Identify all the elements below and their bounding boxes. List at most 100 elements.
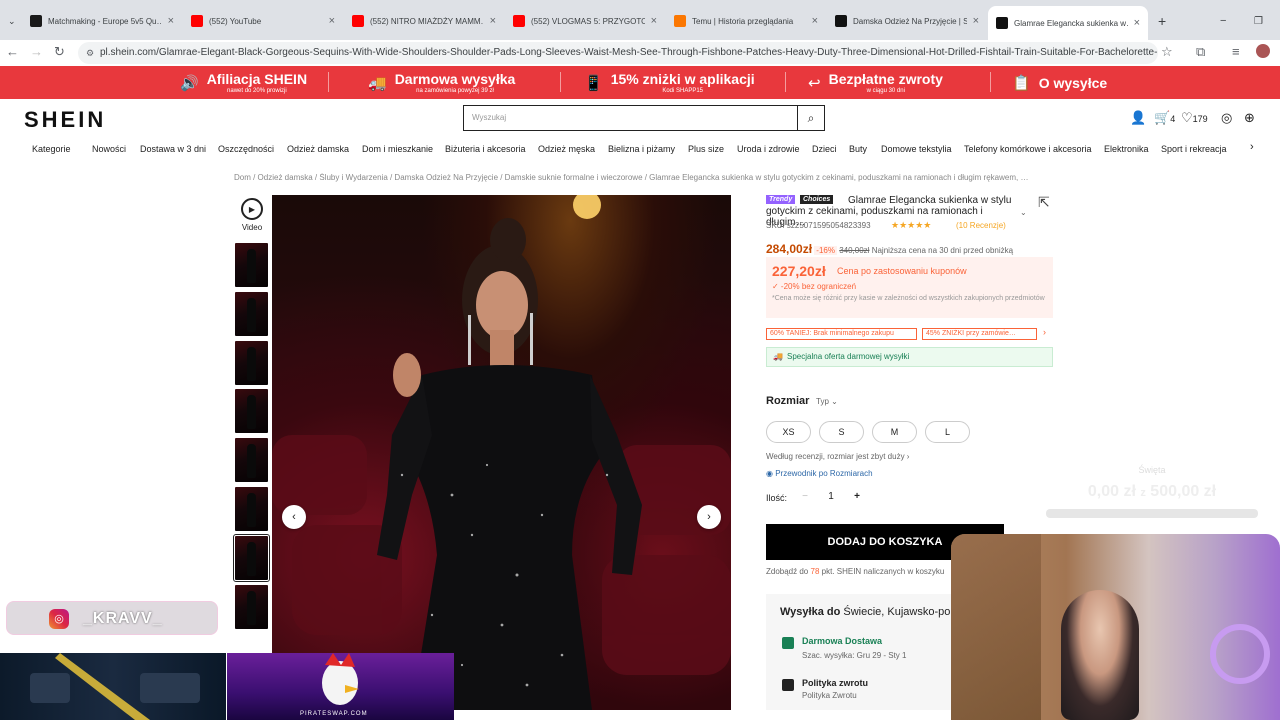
- tab-close-icon[interactable]: ×: [651, 15, 657, 27]
- wishlist-icon[interactable]: ♡179: [1181, 110, 1208, 126]
- minimize-icon[interactable]: −: [1212, 8, 1232, 34]
- forward-icon[interactable]: →: [30, 44, 43, 59]
- instagram-overlay: ◎ _KRAVV_: [6, 601, 218, 635]
- nav-item[interactable]: Buty: [849, 144, 867, 154]
- size-button-xs[interactable]: XS: [766, 421, 811, 443]
- gallery-next-button[interactable]: ›: [697, 505, 721, 529]
- donation-progress-text: 0,00 zł z 500,00 zł: [1087, 483, 1217, 500]
- size-button-l[interactable]: L: [925, 421, 970, 443]
- nav-item[interactable]: Odzież męska: [538, 144, 595, 154]
- nav-item[interactable]: Nowości: [92, 144, 126, 154]
- shein-logo[interactable]: SHEIN: [24, 107, 106, 133]
- support-icon[interactable]: ◎: [1221, 110, 1232, 126]
- fit-info[interactable]: Według recenzji, rozmiar jest zbyt duży …: [766, 452, 909, 461]
- tab-close-icon[interactable]: ×: [1134, 17, 1140, 29]
- nav-item[interactable]: Odzież damska: [287, 144, 349, 154]
- browser-tab[interactable]: Damska Odzież Na Przyjęcie | S… ×: [827, 8, 987, 34]
- gallery-thumbnail[interactable]: [235, 243, 268, 287]
- ruler-icon: ◉: [766, 469, 776, 478]
- expand-title-icon[interactable]: ⌄: [1020, 208, 1027, 217]
- browser-tab[interactable]: (552) VLOGMAS 5: PRZYGOTO… ×: [505, 8, 665, 34]
- gallery-thumbnail[interactable]: [235, 487, 268, 531]
- stream-game-overlay: [0, 653, 226, 720]
- coupon-label: Cena po zastosowaniu kuponów: [837, 266, 967, 276]
- nav-item[interactable]: Oszczędności: [218, 144, 274, 154]
- menu-icon[interactable]: ≡: [1232, 44, 1240, 59]
- nav-item[interactable]: Biżuteria i akcesoria: [445, 144, 526, 154]
- back-icon[interactable]: ←: [6, 44, 19, 59]
- chip-more-icon[interactable]: ›: [1043, 327, 1046, 337]
- site-info-icon[interactable]: ⚙: [86, 42, 94, 64]
- tab-close-icon[interactable]: ×: [812, 15, 818, 27]
- search-icon[interactable]: ⌕: [797, 106, 824, 130]
- promo-shipping-info[interactable]: 📋 O wysyłce: [1012, 66, 1107, 99]
- quantity-increase-button[interactable]: +: [849, 491, 865, 502]
- promo-free-returns[interactable]: ↩ Bezpłatne zwroty w ciągu 30 dni: [808, 66, 943, 99]
- extensions-icon[interactable]: ⧉: [1196, 44, 1205, 60]
- pirateswap-overlay: [227, 653, 454, 720]
- globe-icon[interactable]: ⊕: [1244, 110, 1255, 126]
- size-type-dropdown[interactable]: Typ ⌄: [816, 397, 838, 406]
- gallery-thumbnail[interactable]: [235, 389, 268, 433]
- nav-item[interactable]: Dostawa w 3 dni: [140, 144, 206, 154]
- nav-item[interactable]: Kategorie: [32, 144, 71, 154]
- nav-item[interactable]: Telefony komórkowe i akcesoria: [964, 144, 1092, 154]
- shipping-destination[interactable]: Wysyłka do Świecie, Kujawsko-pom…: [780, 606, 971, 618]
- rating-stars-icon[interactable]: ★★★★★: [891, 220, 931, 231]
- nav-item[interactable]: Uroda i zdrowie: [737, 144, 800, 154]
- nav-item[interactable]: Plus size: [688, 144, 724, 154]
- nav-item[interactable]: Dzieci: [812, 144, 837, 154]
- browser-tab[interactable]: Matchmaking - Europe 5v5 Qu… ×: [22, 8, 182, 34]
- size-button-s[interactable]: S: [819, 421, 864, 443]
- youtube-icon: [352, 15, 364, 27]
- restore-icon[interactable]: ❐: [1246, 8, 1266, 34]
- tab-close-icon[interactable]: ×: [973, 15, 979, 27]
- new-tab-button[interactable]: +: [1150, 8, 1174, 34]
- promo-free-shipping[interactable]: 🚚 Darmowa wysyłka na zamówienia powyżej 3…: [368, 66, 515, 99]
- browser-tab[interactable]: (552) NITRO MIAŻDŻY MAMM… ×: [344, 8, 504, 34]
- browser-tab[interactable]: Temu | Historia przeglądania ×: [666, 8, 826, 34]
- gallery-thumbnail[interactable]: [235, 585, 268, 629]
- gallery-thumbnail[interactable]: [235, 292, 268, 336]
- url-input[interactable]: ⚙ pl.shein.com/Glamrae-Elegant-Black-Gor…: [78, 42, 1158, 64]
- breadcrumb[interactable]: Dom / Odzież damska / Śluby i Wydarzenia…: [234, 173, 1054, 182]
- nav-item[interactable]: Bielizna i piżamy: [608, 144, 675, 154]
- tab-search-button[interactable]: ⌄: [0, 8, 22, 34]
- quantity-value[interactable]: 1: [823, 491, 839, 502]
- profile-avatar[interactable]: [1256, 44, 1270, 58]
- size-guide-link[interactable]: ◉ Przewodnik po Rozmiarach: [766, 469, 873, 478]
- promo-chip[interactable]: 60% TANIEJ: Brak minimalnego zakupu: [766, 328, 917, 340]
- tab-close-icon[interactable]: ×: [168, 15, 174, 27]
- cart-icon[interactable]: 🛒4: [1154, 110, 1175, 126]
- promo-chip[interactable]: 45% ZNIŻKI przy zamówie…: [922, 328, 1037, 340]
- bookmark-star-icon[interactable]: ☆: [1161, 44, 1173, 60]
- size-button-m[interactable]: M: [872, 421, 917, 443]
- promo-affiliate[interactable]: 🔊 Afiliacja SHEIN nawet do 20% prowizji: [180, 66, 307, 99]
- nav-item[interactable]: Elektronika: [1104, 144, 1149, 154]
- search-input[interactable]: Wyszukaj ⌕: [463, 105, 825, 131]
- nav-item[interactable]: Dom i mieszkanie: [362, 144, 433, 154]
- tab-close-icon[interactable]: ×: [329, 15, 335, 27]
- nav-item[interactable]: Domowe tekstylia: [881, 144, 952, 154]
- reviews-link[interactable]: (10 Recenzje): [956, 221, 1006, 230]
- return-policy-title[interactable]: Polityka zwrotu: [802, 678, 868, 688]
- share-icon[interactable]: ⇱: [1038, 194, 1050, 211]
- gallery-thumbnail[interactable]: [235, 341, 268, 385]
- product-main-image[interactable]: [272, 195, 731, 710]
- browser-tab[interactable]: (552) YouTube ×: [183, 8, 343, 34]
- user-icon[interactable]: 👤: [1130, 110, 1146, 126]
- promo-app-discount[interactable]: 📱 15% zniżki w aplikacji Kodi SHAPP15: [584, 66, 755, 99]
- free-shipping-banner[interactable]: 🚚 Specjalna oferta darmowej wysyłki: [766, 347, 1053, 367]
- nav-item[interactable]: Sport i rekreacja: [1161, 144, 1227, 154]
- reload-icon[interactable]: ↻: [54, 44, 65, 60]
- browser-tab-active[interactable]: Glamrae Elegancka sukienka w… ×: [988, 6, 1148, 40]
- video-button[interactable]: ▶ Video: [236, 198, 268, 232]
- gallery-thumbnail[interactable]: [235, 438, 268, 482]
- tab-close-icon[interactable]: ×: [490, 15, 496, 27]
- quantity-decrease-button[interactable]: −: [797, 491, 813, 502]
- nav-next-icon[interactable]: ›: [1250, 141, 1254, 153]
- gallery-thumbnail-selected[interactable]: [233, 534, 270, 582]
- return-icon: ↩: [808, 74, 821, 92]
- coupon-box[interactable]: 227,20zł Cena po zastosowaniu kuponów ✓ …: [766, 257, 1053, 318]
- gallery-prev-button[interactable]: ‹: [282, 505, 306, 529]
